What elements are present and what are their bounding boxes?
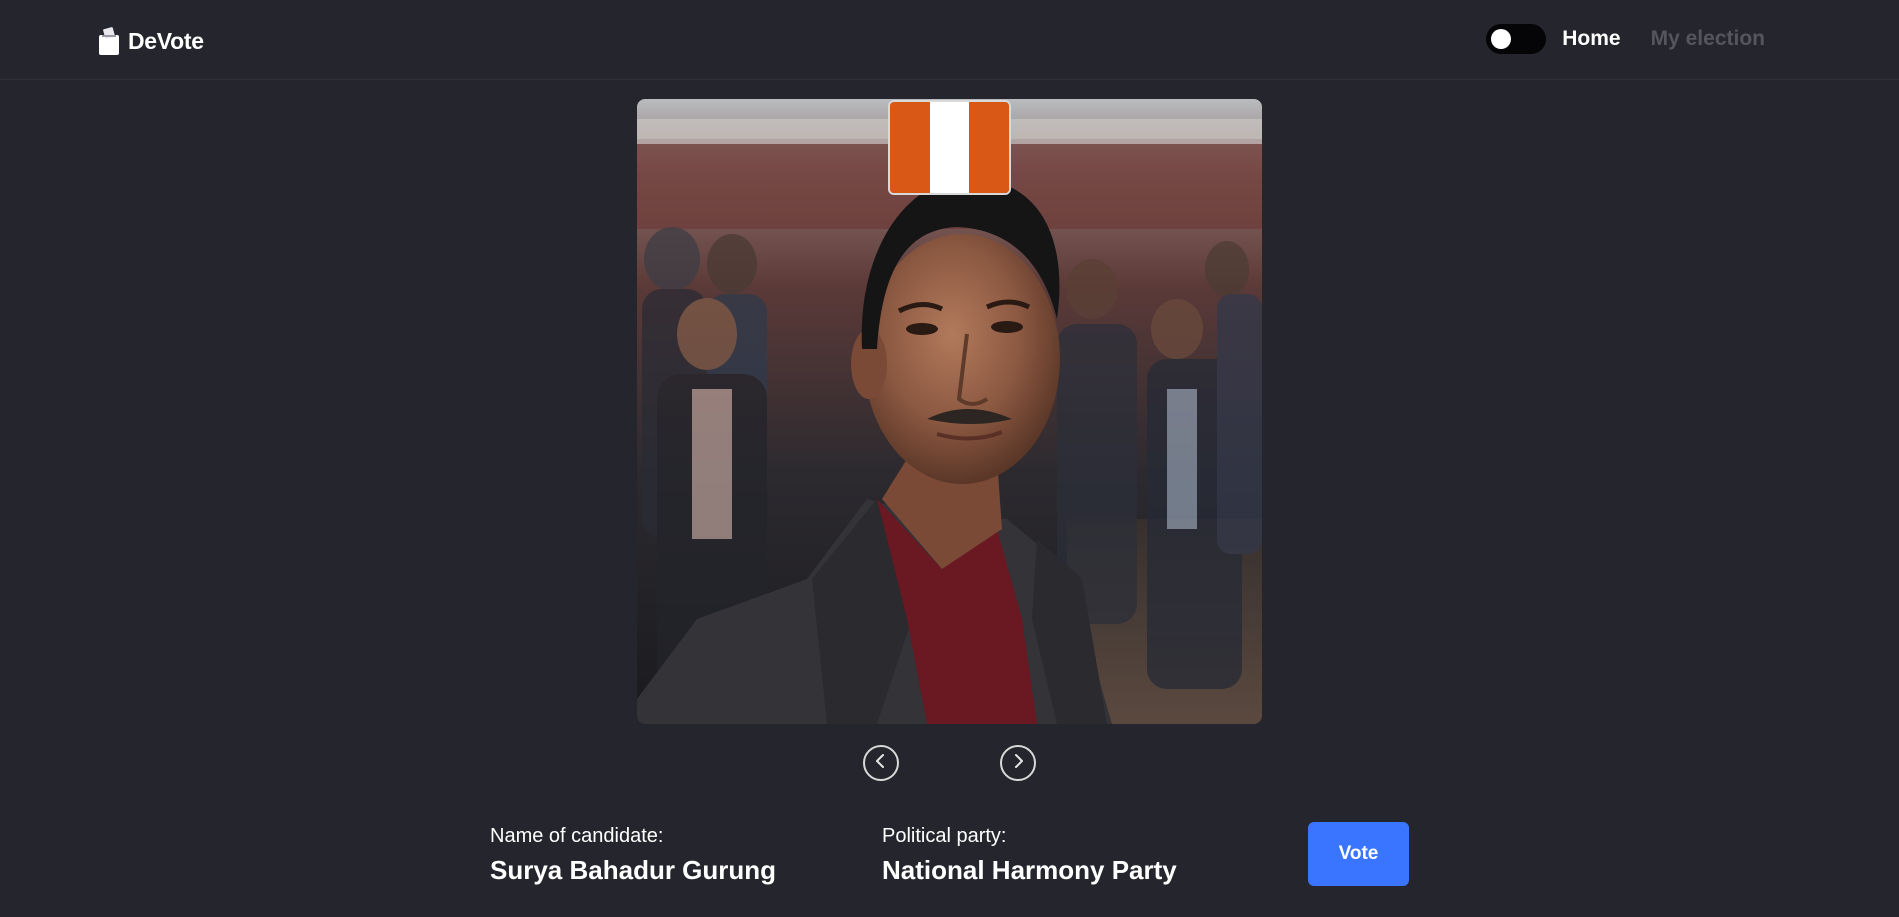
flag-stripe-left (890, 102, 930, 193)
flag-stripe-right (969, 102, 1009, 193)
chevron-left-icon (873, 753, 889, 774)
candidate-name-label: Name of candidate: (490, 825, 664, 847)
nav-my-election-link[interactable]: My election (1651, 27, 1765, 51)
brand[interactable]: DeVote (98, 24, 204, 58)
nav-home-link[interactable]: Home (1562, 27, 1620, 51)
flag-stripe-center (929, 102, 970, 193)
page: DeVote Home My election Name of candidat… (0, 0, 1899, 917)
political-party-block: Political party: National Harmony Party (882, 824, 1177, 888)
political-party-label: Political party: (882, 825, 1007, 847)
chevron-right-icon (1010, 753, 1026, 774)
candidate-name-block: Name of candidate: Surya Bahadur Gurung (490, 824, 776, 888)
party-flag (888, 100, 1011, 195)
toggle-knob (1491, 29, 1512, 49)
nav-menu: Home My election (1486, 22, 1765, 56)
theme-toggle[interactable] (1486, 24, 1547, 54)
ballot-box-icon (98, 26, 120, 56)
brand-name: DeVote (128, 27, 204, 54)
previous-candidate-button[interactable] (863, 745, 899, 781)
candidate-name: Surya Bahadur Gurung (490, 855, 777, 885)
political-party-name: National Harmony Party (882, 855, 1177, 885)
next-candidate-button[interactable] (1000, 745, 1036, 781)
vote-button[interactable]: Vote (1308, 822, 1409, 886)
top-navbar: DeVote Home My election (0, 0, 1899, 80)
